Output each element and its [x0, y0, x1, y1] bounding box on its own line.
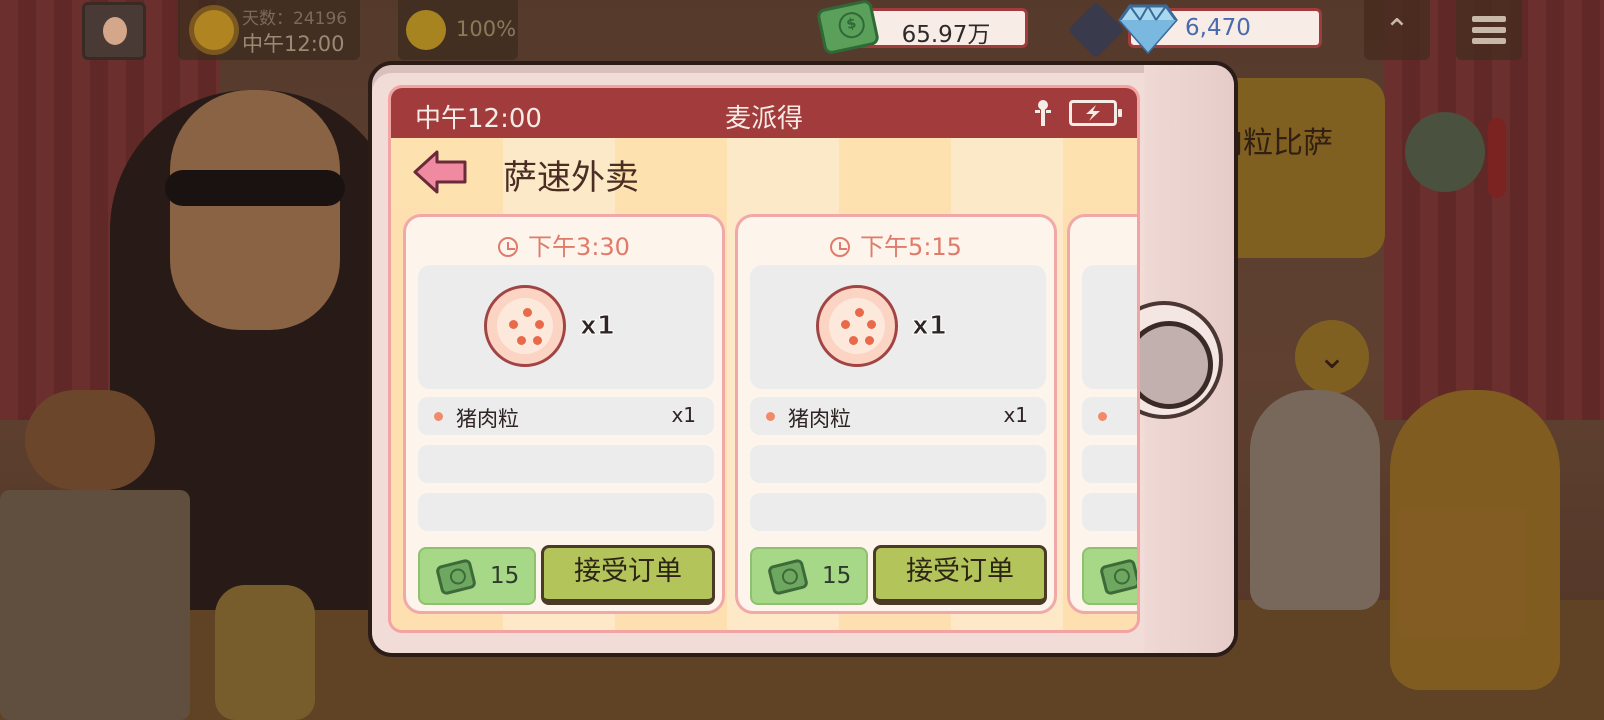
avatar-face — [103, 17, 127, 45]
pizza-topping — [865, 336, 874, 345]
pizza-icon — [484, 285, 566, 367]
pizza-topping — [517, 336, 526, 345]
battery-icon — [1069, 100, 1122, 126]
ingredient-row-empty — [750, 493, 1046, 531]
phone-device: 中午12:00 麦派得 萨速外卖 下午3:30 x1 猪肉粒 x1 15 接受订… — [368, 61, 1238, 657]
mood-value: 100% — [456, 17, 517, 41]
day-counter: 天数：24196 — [242, 9, 348, 29]
pizza-area — [1082, 265, 1137, 389]
cash-icon — [434, 558, 478, 596]
menu-button[interactable] — [1456, 0, 1522, 60]
accept-order-button[interactable]: 接受订单 — [541, 545, 715, 605]
ingredient-name: 猪肉粒 — [456, 407, 519, 431]
clock-icon — [498, 237, 519, 257]
pizza-topping — [523, 308, 532, 317]
game-time: 中午12:00 — [242, 32, 345, 56]
sun-icon — [194, 10, 234, 50]
pizza-topping — [841, 320, 850, 329]
pizza-icon — [816, 285, 898, 367]
player-avatar[interactable] — [82, 2, 146, 60]
signal-icon — [1035, 100, 1051, 126]
pizza-topping — [509, 320, 518, 329]
order-card: 下午5:15 x1 猪肉粒 x1 15 接受订单 — [735, 214, 1057, 614]
order-time-label: 下午5:15 — [860, 233, 962, 261]
ingredient-qty: x1 — [1003, 403, 1028, 427]
smile-icon — [406, 10, 446, 50]
mood-panel: 100% — [398, 0, 518, 60]
ingredient-row — [1082, 397, 1137, 435]
bullet-icon — [766, 412, 775, 421]
order-time: 下午5:15 — [738, 227, 1054, 262]
reward-badge — [1082, 547, 1137, 605]
ingredient-row-empty — [750, 445, 1046, 483]
order-card: 下午3:30 x1 猪肉粒 x1 15 接受订单 — [403, 214, 725, 614]
pizza-area: x1 — [750, 265, 1046, 389]
ingredient-row-empty — [418, 445, 714, 483]
ingredient-row: 猪肉粒 x1 — [418, 397, 714, 435]
clock-icon — [830, 237, 851, 257]
bullet-icon — [1098, 412, 1107, 421]
pizza-topping — [855, 308, 864, 317]
orders-list: 下午3:30 x1 猪肉粒 x1 15 接受订单 下午5:15 x1 猪肉粒 x… — [391, 208, 1137, 630]
ingredient-row-empty — [1082, 445, 1137, 483]
cash-icon — [1098, 558, 1137, 596]
reward-value: 15 — [490, 563, 520, 589]
pizza-topping — [535, 320, 544, 329]
reward-badge: 15 — [418, 547, 536, 605]
menu-icon-bar — [1472, 27, 1506, 33]
app-title: 萨速外卖 — [503, 158, 639, 198]
accept-order-button[interactable]: 接受订单 — [873, 545, 1047, 605]
bullet-icon — [434, 412, 443, 421]
pizza-quantity: x1 — [912, 311, 948, 342]
reward-badge: 15 — [750, 547, 868, 605]
order-time: 下午3:30 — [406, 227, 722, 262]
chevron-up-button[interactable]: ⌃ — [1364, 0, 1430, 60]
menu-icon-bar — [1472, 38, 1506, 44]
pizza-topping — [533, 336, 542, 345]
reward-value: 15 — [822, 563, 852, 589]
ingredient-row: 猪肉粒 x1 — [750, 397, 1046, 435]
order-card-partial[interactable] — [1067, 214, 1137, 614]
pizza-topping — [867, 320, 876, 329]
menu-icon — [1472, 16, 1506, 22]
ingredient-qty: x1 — [671, 403, 696, 427]
pizza-quantity: x1 — [580, 311, 616, 342]
diamond-icon — [1118, 4, 1178, 54]
cash-icon — [766, 558, 810, 596]
ingredient-row-empty — [418, 493, 714, 531]
order-time-label: 下午3:30 — [528, 233, 630, 261]
status-bar: 中午12:00 麦派得 — [391, 88, 1137, 138]
back-arrow-icon[interactable] — [411, 148, 469, 196]
app-header: 萨速外卖 — [391, 138, 1137, 208]
phone-screen: 中午12:00 麦派得 萨速外卖 下午3:30 x1 猪肉粒 x1 15 接受订… — [388, 85, 1140, 633]
ingredient-name: 猪肉粒 — [788, 407, 851, 431]
pizza-area: x1 — [418, 265, 714, 389]
gem-value: 6,470 — [1185, 15, 1251, 41]
pizza-topping — [849, 336, 858, 345]
ingredient-row-empty — [1082, 493, 1137, 531]
money-value: 65.97万 — [901, 22, 991, 48]
day-time-panel: 天数：24196 中午12:00 — [178, 0, 360, 60]
status-title: 麦派得 — [724, 104, 803, 134]
